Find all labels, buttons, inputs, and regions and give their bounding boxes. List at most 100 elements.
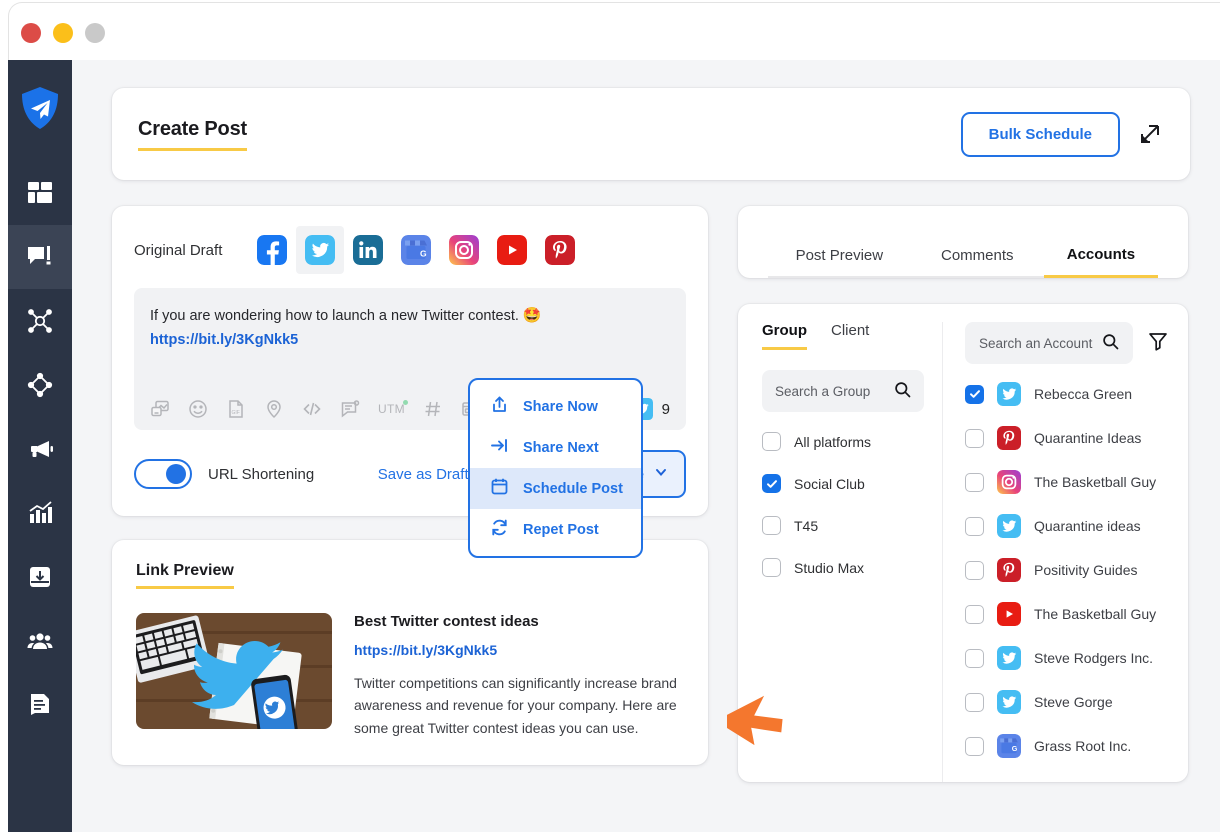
filter-funnel-icon[interactable] (1147, 330, 1169, 357)
tab-accounts[interactable]: Accounts (1044, 246, 1158, 278)
menu-label: Share Now (523, 399, 598, 415)
sidebar-item-campaigns[interactable] (8, 417, 72, 481)
checkbox[interactable] (965, 473, 984, 492)
account-row[interactable]: GGrass Root Inc. (965, 734, 1170, 758)
group-label: T45 (794, 518, 818, 534)
account-row[interactable]: Steve Rodgers Inc. (965, 646, 1170, 670)
twitter-icon (997, 646, 1021, 670)
link-preview-url[interactable]: https://bit.ly/3KgNkk5 (354, 642, 684, 658)
url-shortening-toggle[interactable] (134, 459, 192, 489)
checkbox[interactable] (965, 385, 984, 404)
menu-item-repeat-post[interactable]: Repet Post (470, 509, 641, 550)
hashtag-icon[interactable] (423, 399, 443, 419)
post-link[interactable]: https://bit.ly/3KgNkk5 (150, 329, 670, 351)
engage-nodes-icon (26, 371, 54, 399)
account-name: Rebecca Green (1034, 386, 1132, 402)
sidebar-item-engage[interactable] (8, 353, 72, 417)
account-row[interactable]: Quarantine Ideas (965, 426, 1170, 450)
note-icon[interactable] (340, 399, 360, 419)
menu-label: Share Next (523, 440, 599, 456)
checkbox[interactable] (965, 693, 984, 712)
close-button[interactable] (21, 23, 41, 43)
sidebar-item-network[interactable] (8, 289, 72, 353)
account-row[interactable]: The Basketball Guy (965, 602, 1170, 626)
right-panel-tabs: Post Preview Comments Accounts (738, 206, 1188, 278)
content-columns: Original Draft (112, 206, 1190, 782)
cursor-pointer-arrow (727, 685, 783, 752)
tab-comments[interactable]: Comments (911, 247, 1044, 278)
group-search-input[interactable]: Search a Group (762, 370, 924, 412)
checkbox[interactable] (762, 474, 781, 493)
account-row[interactable]: Rebecca Green (965, 382, 1170, 406)
sidebar-item-analytics[interactable] (8, 481, 72, 545)
checkbox[interactable] (762, 432, 781, 451)
checkbox[interactable] (965, 605, 984, 624)
network-share-icon (26, 307, 54, 335)
bulk-schedule-button[interactable]: Bulk Schedule (961, 112, 1120, 157)
platform-youtube[interactable] (488, 226, 536, 274)
tab-client[interactable]: Client (831, 322, 869, 350)
checkbox[interactable] (965, 737, 984, 756)
twitter-icon (997, 382, 1021, 406)
platform-pinterest[interactable] (536, 226, 584, 274)
tab-group[interactable]: Group (762, 322, 807, 350)
platform-google-business[interactable]: G (392, 226, 440, 274)
checkbox[interactable] (965, 517, 984, 536)
youtube-icon (497, 235, 527, 265)
url-shortening-label: URL Shortening (208, 466, 314, 483)
main-canvas: Create Post Bulk Schedule Original Draft (72, 60, 1220, 832)
save-as-draft-button[interactable]: Save as Draft (378, 466, 469, 483)
location-icon[interactable] (264, 399, 284, 419)
sidebar-item-dashboard[interactable] (8, 161, 72, 225)
checkbox[interactable] (965, 561, 984, 580)
paper-plane-logo-icon[interactable] (20, 86, 60, 135)
gif-icon[interactable]: GIF (226, 399, 246, 419)
image-icon[interactable] (150, 399, 170, 419)
checkbox[interactable] (965, 429, 984, 448)
group-item-all-platforms[interactable]: All platforms (762, 432, 924, 451)
sidebar-item-inbox[interactable] (8, 545, 72, 609)
instagram-icon (997, 470, 1021, 494)
group-item-studio-max[interactable]: Studio Max (762, 558, 924, 577)
youtube-icon (997, 602, 1021, 626)
platform-linkedin[interactable] (344, 226, 392, 274)
group-item-social-club[interactable]: Social Club (762, 474, 924, 493)
checkbox[interactable] (762, 558, 781, 577)
sidebar (8, 60, 72, 832)
checkbox[interactable] (762, 516, 781, 535)
account-row[interactable]: Positivity Guides (965, 558, 1170, 582)
sidebar-item-compose[interactable] (8, 225, 72, 289)
tab-post-preview[interactable]: Post Preview (768, 247, 911, 278)
code-icon[interactable] (302, 399, 322, 419)
checkbox[interactable] (965, 649, 984, 668)
account-row[interactable]: The Basketball Guy (965, 470, 1170, 494)
utm-icon[interactable]: UTM (378, 402, 405, 416)
minimize-button[interactable] (53, 23, 73, 43)
account-row[interactable]: Steve Gorge (965, 690, 1170, 714)
linkedin-icon (353, 235, 383, 265)
expand-editor-icon[interactable] (1138, 122, 1162, 146)
post-emoji: 🤩 (523, 307, 542, 324)
sidebar-item-reports[interactable] (8, 673, 72, 737)
account-name: Quarantine Ideas (1034, 430, 1141, 446)
menu-item-share-now[interactable]: Share Now (470, 386, 641, 427)
menu-item-schedule-post[interactable]: Schedule Post (470, 468, 641, 509)
pinterest-icon (997, 426, 1021, 450)
utm-badge-dot (403, 400, 408, 405)
twitter-icon (997, 690, 1021, 714)
group-item-t45[interactable]: T45 (762, 516, 924, 535)
menu-item-share-next[interactable]: Share Next (470, 427, 641, 468)
account-row[interactable]: Quarantine ideas (965, 514, 1170, 538)
arrow-to-bar-icon (490, 436, 509, 459)
right-panel: Post Preview Comments Accounts Group Cli… (738, 206, 1188, 782)
platform-facebook[interactable] (248, 226, 296, 274)
sidebar-item-team[interactable] (8, 609, 72, 673)
emoji-icon[interactable] (188, 399, 208, 419)
link-preview-title: Link Preview (136, 562, 234, 589)
platform-twitter[interactable] (296, 226, 344, 274)
repeat-refresh-icon (490, 518, 509, 541)
maximize-button[interactable] (85, 23, 105, 43)
account-search-input[interactable]: Search an Account (965, 322, 1133, 364)
platform-instagram[interactable] (440, 226, 488, 274)
app-window: Create Post Bulk Schedule Original Draft (0, 0, 1220, 832)
